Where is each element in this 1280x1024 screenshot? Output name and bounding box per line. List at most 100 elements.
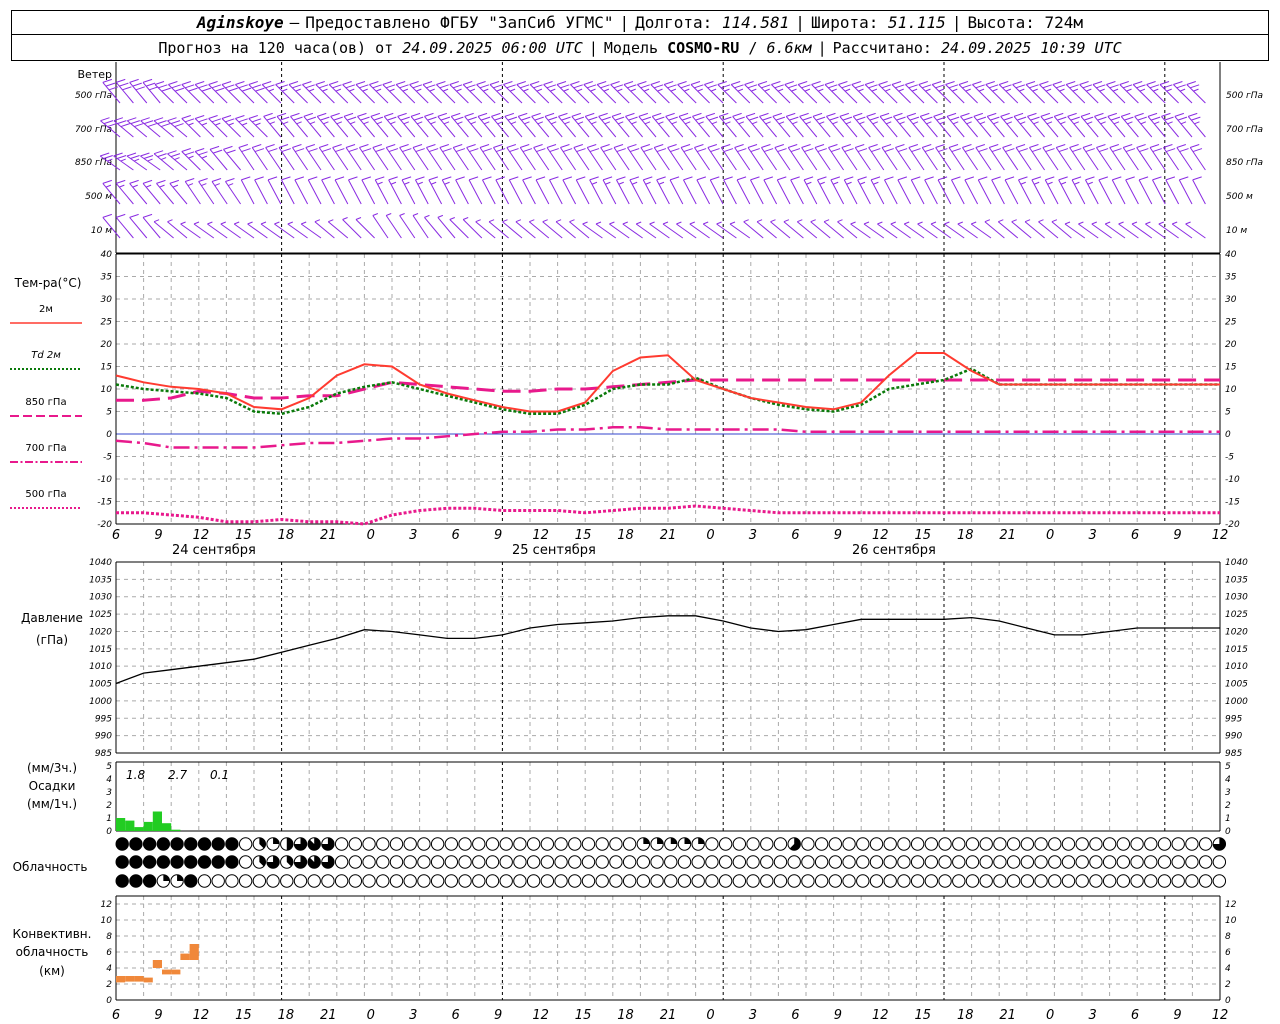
temp-ytick-right: 30: [1225, 295, 1237, 305]
wind-barb-feather: [571, 112, 582, 117]
cloud-circle: [1034, 874, 1048, 888]
wind-barb: [824, 81, 844, 104]
cloud-cover-symbol: [266, 855, 280, 869]
wind-barb-half-feather: [1078, 221, 1084, 225]
wind-barb-staff: [519, 147, 536, 171]
cloud-circle: [924, 874, 939, 888]
wind-barb-staff: [441, 179, 456, 205]
cloud-cover-symbol: [568, 874, 582, 888]
conv-xtick: 0: [706, 1008, 714, 1023]
wind-barb: [946, 112, 965, 138]
cloud-circle: [746, 837, 760, 851]
wind-barb-half-feather: [764, 88, 770, 92]
wind-barb-feather: [1031, 176, 1042, 181]
conv-ytick-right: 12: [1225, 900, 1237, 910]
wind-barb-staff: [184, 181, 201, 205]
wind-barb-feather: [265, 84, 275, 89]
wind-barb-half-feather: [797, 219, 803, 223]
cloud-cover-symbol: [376, 855, 390, 869]
wind-barb-feather: [1094, 112, 1104, 117]
cloud-cover-symbol: [622, 855, 637, 869]
wind-barb-staff: [388, 179, 402, 205]
wind-barb-staff: [1096, 147, 1113, 171]
wind-barb-staff: [879, 116, 898, 138]
wind-barb-feather: [345, 84, 356, 89]
conv-xtick: 6: [452, 1008, 460, 1023]
wind-barb-feather: [493, 144, 503, 148]
wind-barb-staff: [321, 179, 335, 205]
wind-barb-feather: [108, 86, 119, 91]
wind-barb-half-feather: [437, 214, 444, 218]
wind-barb: [830, 176, 845, 205]
cloud-cover-symbol: [1020, 855, 1035, 869]
wind-barb-feather: [1150, 116, 1161, 121]
wind-barb: [613, 144, 630, 171]
cloud-circle: [568, 837, 582, 851]
wind-barb-feather: [142, 213, 153, 218]
wind-barb-half-feather: [993, 121, 999, 125]
wind-barb-half-feather: [390, 121, 396, 125]
cloud-cover-symbol: [1089, 855, 1103, 869]
wind-barb-staff: [1053, 116, 1072, 138]
wind-barb-feather: [303, 112, 314, 117]
wind-barb-half-feather: [227, 183, 234, 187]
cloud-circle: [1006, 837, 1021, 851]
wind-barb-feather: [223, 145, 233, 150]
wind-barb: [401, 176, 416, 205]
wind-barb-staff: [305, 147, 322, 171]
wind-barb-half-feather: [804, 88, 811, 92]
cloud-circle: [718, 855, 733, 869]
wind-barb-feather: [161, 87, 171, 92]
wind-barb-half-feather: [1047, 181, 1053, 185]
wind-barb-feather: [975, 84, 985, 89]
wind-barb: [265, 144, 282, 171]
cloud-cover-symbol: [280, 855, 294, 869]
wind-barb-half-feather: [328, 219, 334, 223]
wind-barb-half-feather: [1167, 121, 1173, 125]
conv-xtick: 21: [660, 1008, 677, 1023]
wind-barb-half-feather: [105, 184, 112, 188]
wind-barb: [1106, 81, 1126, 104]
wind-barb-feather: [828, 84, 838, 89]
wind-barb-half-feather: [456, 88, 462, 92]
wind-barb-staff: [169, 183, 188, 205]
cloud-cover-symbol: [869, 837, 884, 851]
wind-barb-staff: [1018, 179, 1032, 205]
wind-barb: [1163, 144, 1180, 171]
cloud-circle: [609, 855, 623, 869]
wind-barb-feather: [1082, 144, 1093, 148]
wind-barb: [919, 112, 938, 138]
wind-barb: [370, 112, 389, 138]
cloud-circle: [993, 837, 1007, 851]
wind-barb-half-feather: [899, 121, 905, 125]
cloud-circle: [609, 874, 623, 888]
cloud-circle: [389, 855, 404, 869]
wind-barb-staff: [1098, 179, 1113, 205]
cloud-cover-symbol: [952, 874, 966, 888]
wind-barb-staff: [828, 147, 845, 171]
wind-barb-feather: [546, 84, 557, 89]
cloud-cover-symbol: [485, 874, 500, 888]
cloud-cover-symbol: [664, 855, 678, 869]
wind-barb-staff: [504, 116, 523, 138]
precip-3h-total: 2.7: [168, 768, 187, 782]
wind-barb-feather: [370, 112, 381, 117]
wind-barb: [235, 81, 255, 104]
cloud-cover-symbol: [499, 855, 513, 869]
cloud-cover-symbol: [1171, 837, 1185, 851]
wind-barb-staff: [372, 215, 389, 239]
wind-barb-feather: [1188, 112, 1198, 117]
cloud-cover-symbol: [1102, 837, 1117, 851]
wind-barb-feather: [1109, 144, 1119, 148]
cloud-cover-symbol: [828, 874, 843, 888]
cloud-circle: [924, 837, 939, 851]
wind-barb-feather: [905, 81, 915, 85]
wind-barb-feather: [292, 84, 302, 89]
wind-barb-feather: [113, 152, 123, 157]
wind-barb: [705, 112, 724, 138]
wind-barb-staff: [812, 116, 831, 138]
cloud-cover-symbol: [252, 874, 267, 888]
wind-barb: [1012, 81, 1032, 104]
temp-day-label: 26 сентября: [852, 543, 936, 558]
wind-barb-half-feather: [287, 221, 293, 225]
